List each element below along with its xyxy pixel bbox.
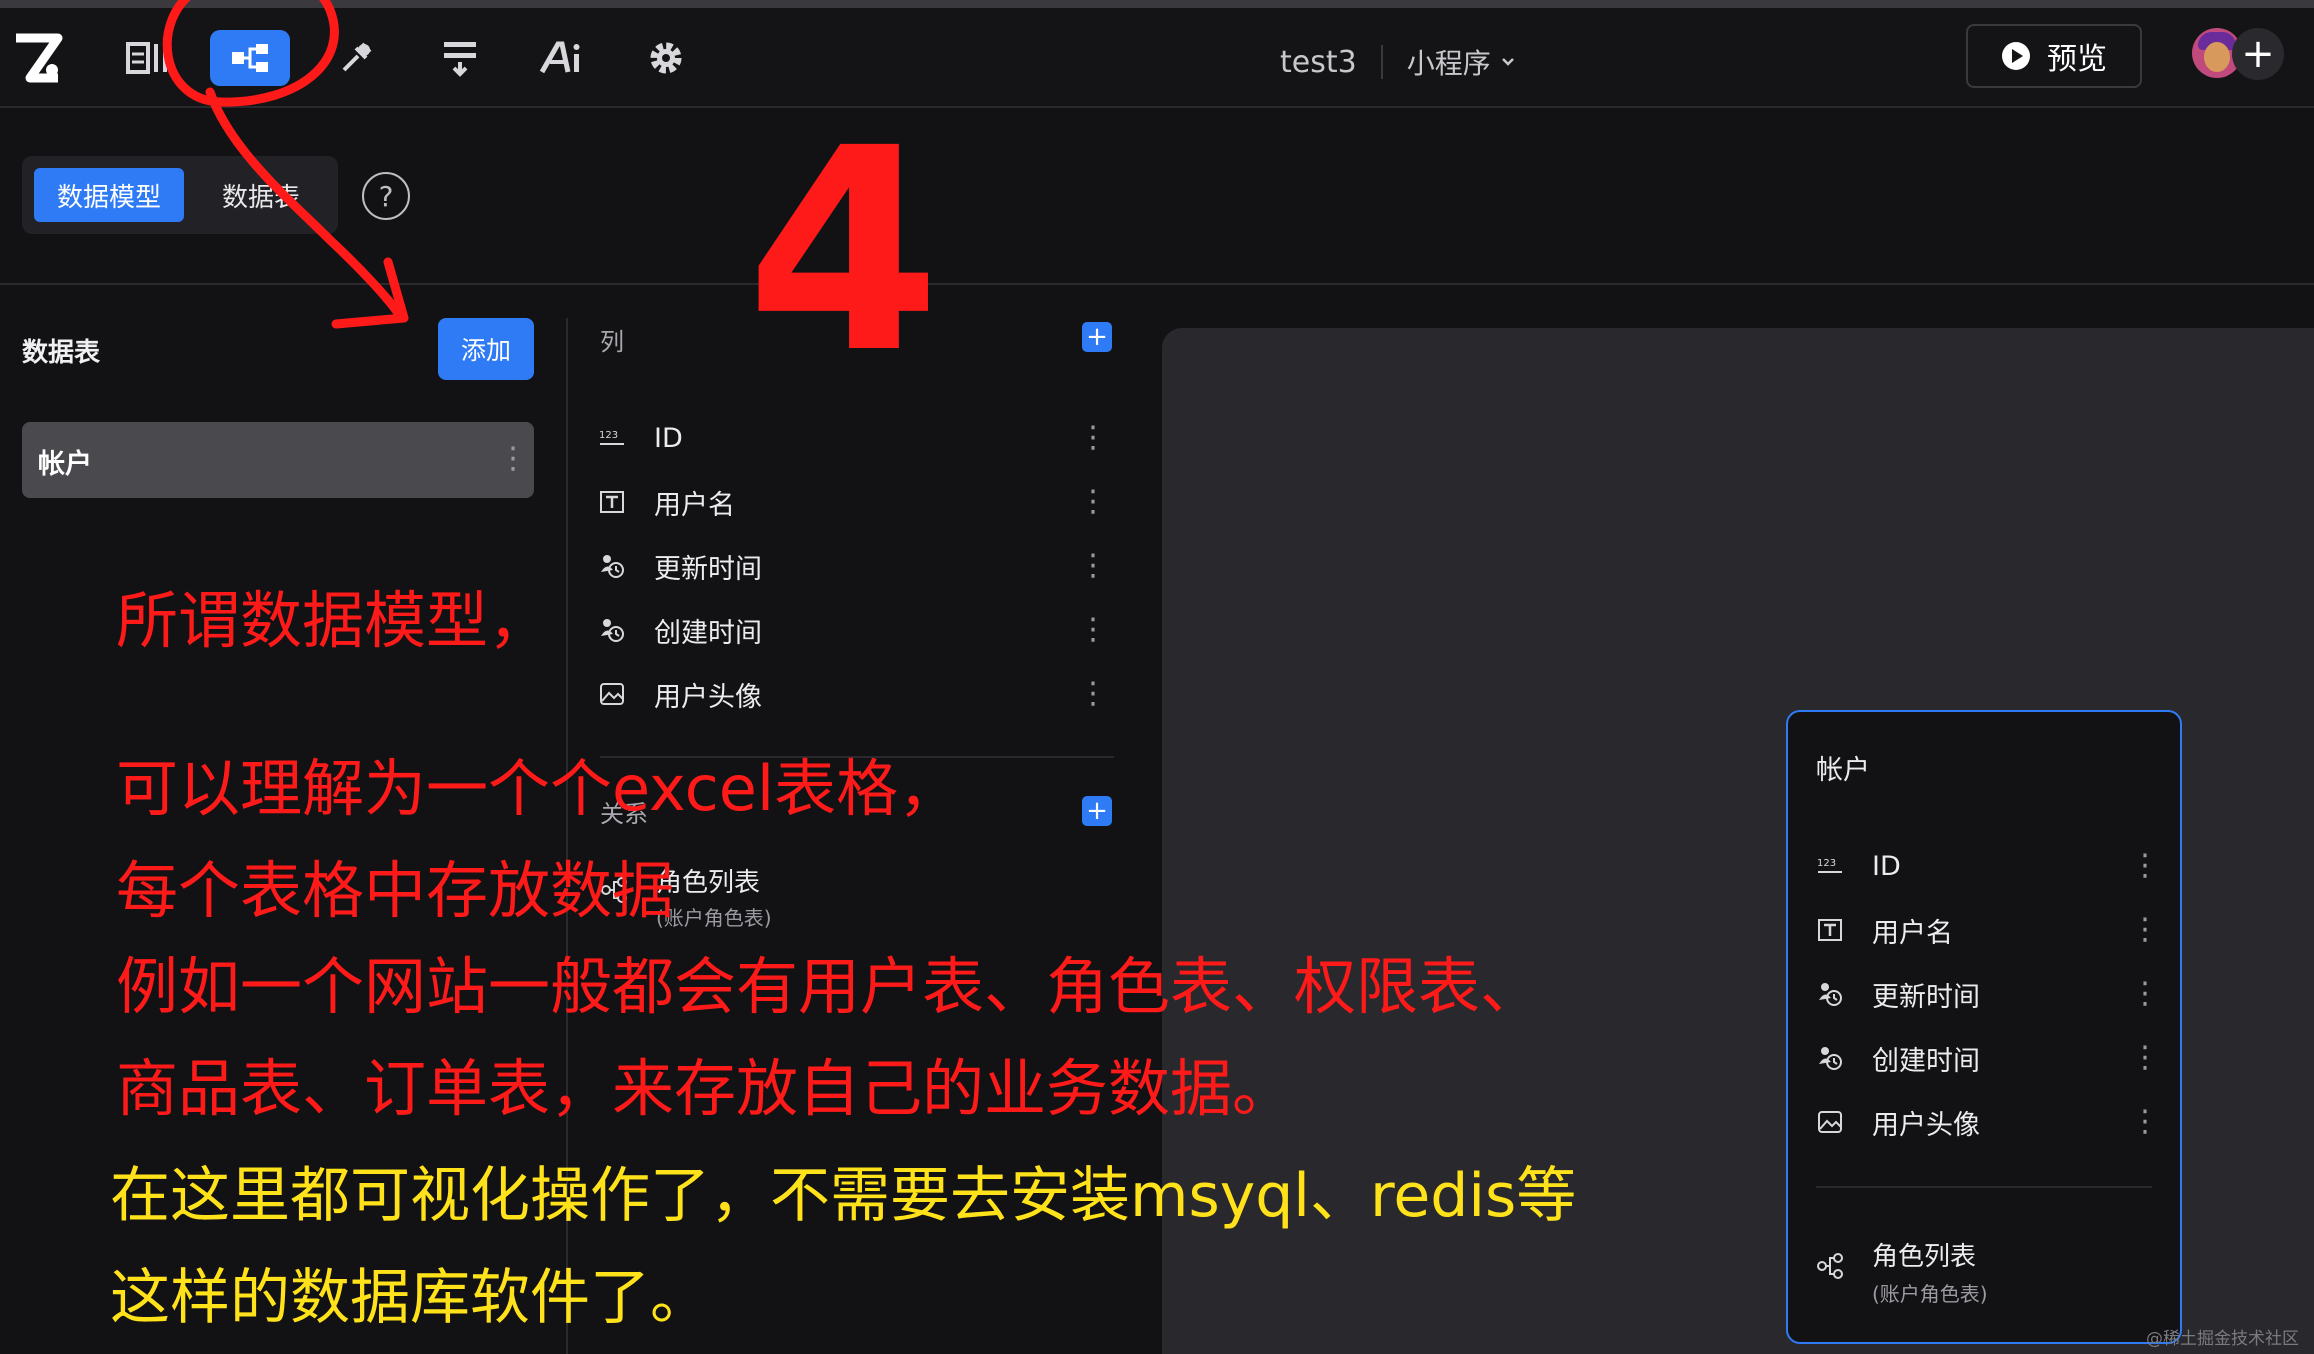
annotation-red-line: 所谓数据模型，: [116, 584, 551, 657]
annotation-yellow-line: 这样的数据库软件了。: [110, 1263, 710, 1333]
watermark: @稀土掘金技术社区: [2146, 1329, 2299, 1349]
annotation-red-line: 例如一个网站一般都会有用户表、角色表、权限表、: [116, 950, 1543, 1023]
annotation-drawing: [162, 0, 409, 329]
annotation-red-line: 可以理解为一个个excel表格，: [116, 752, 961, 825]
annotation-yellow-line: 在这里都可视化操作了，不需要去安装msyql、redis等: [110, 1161, 1577, 1231]
annotation-red-line: 每个表格中存放数据: [116, 854, 675, 927]
annotation-red-line: 商品表、订单表，来存放自己的业务数据。: [116, 1052, 1295, 1125]
step-number: 4: [746, 89, 941, 415]
